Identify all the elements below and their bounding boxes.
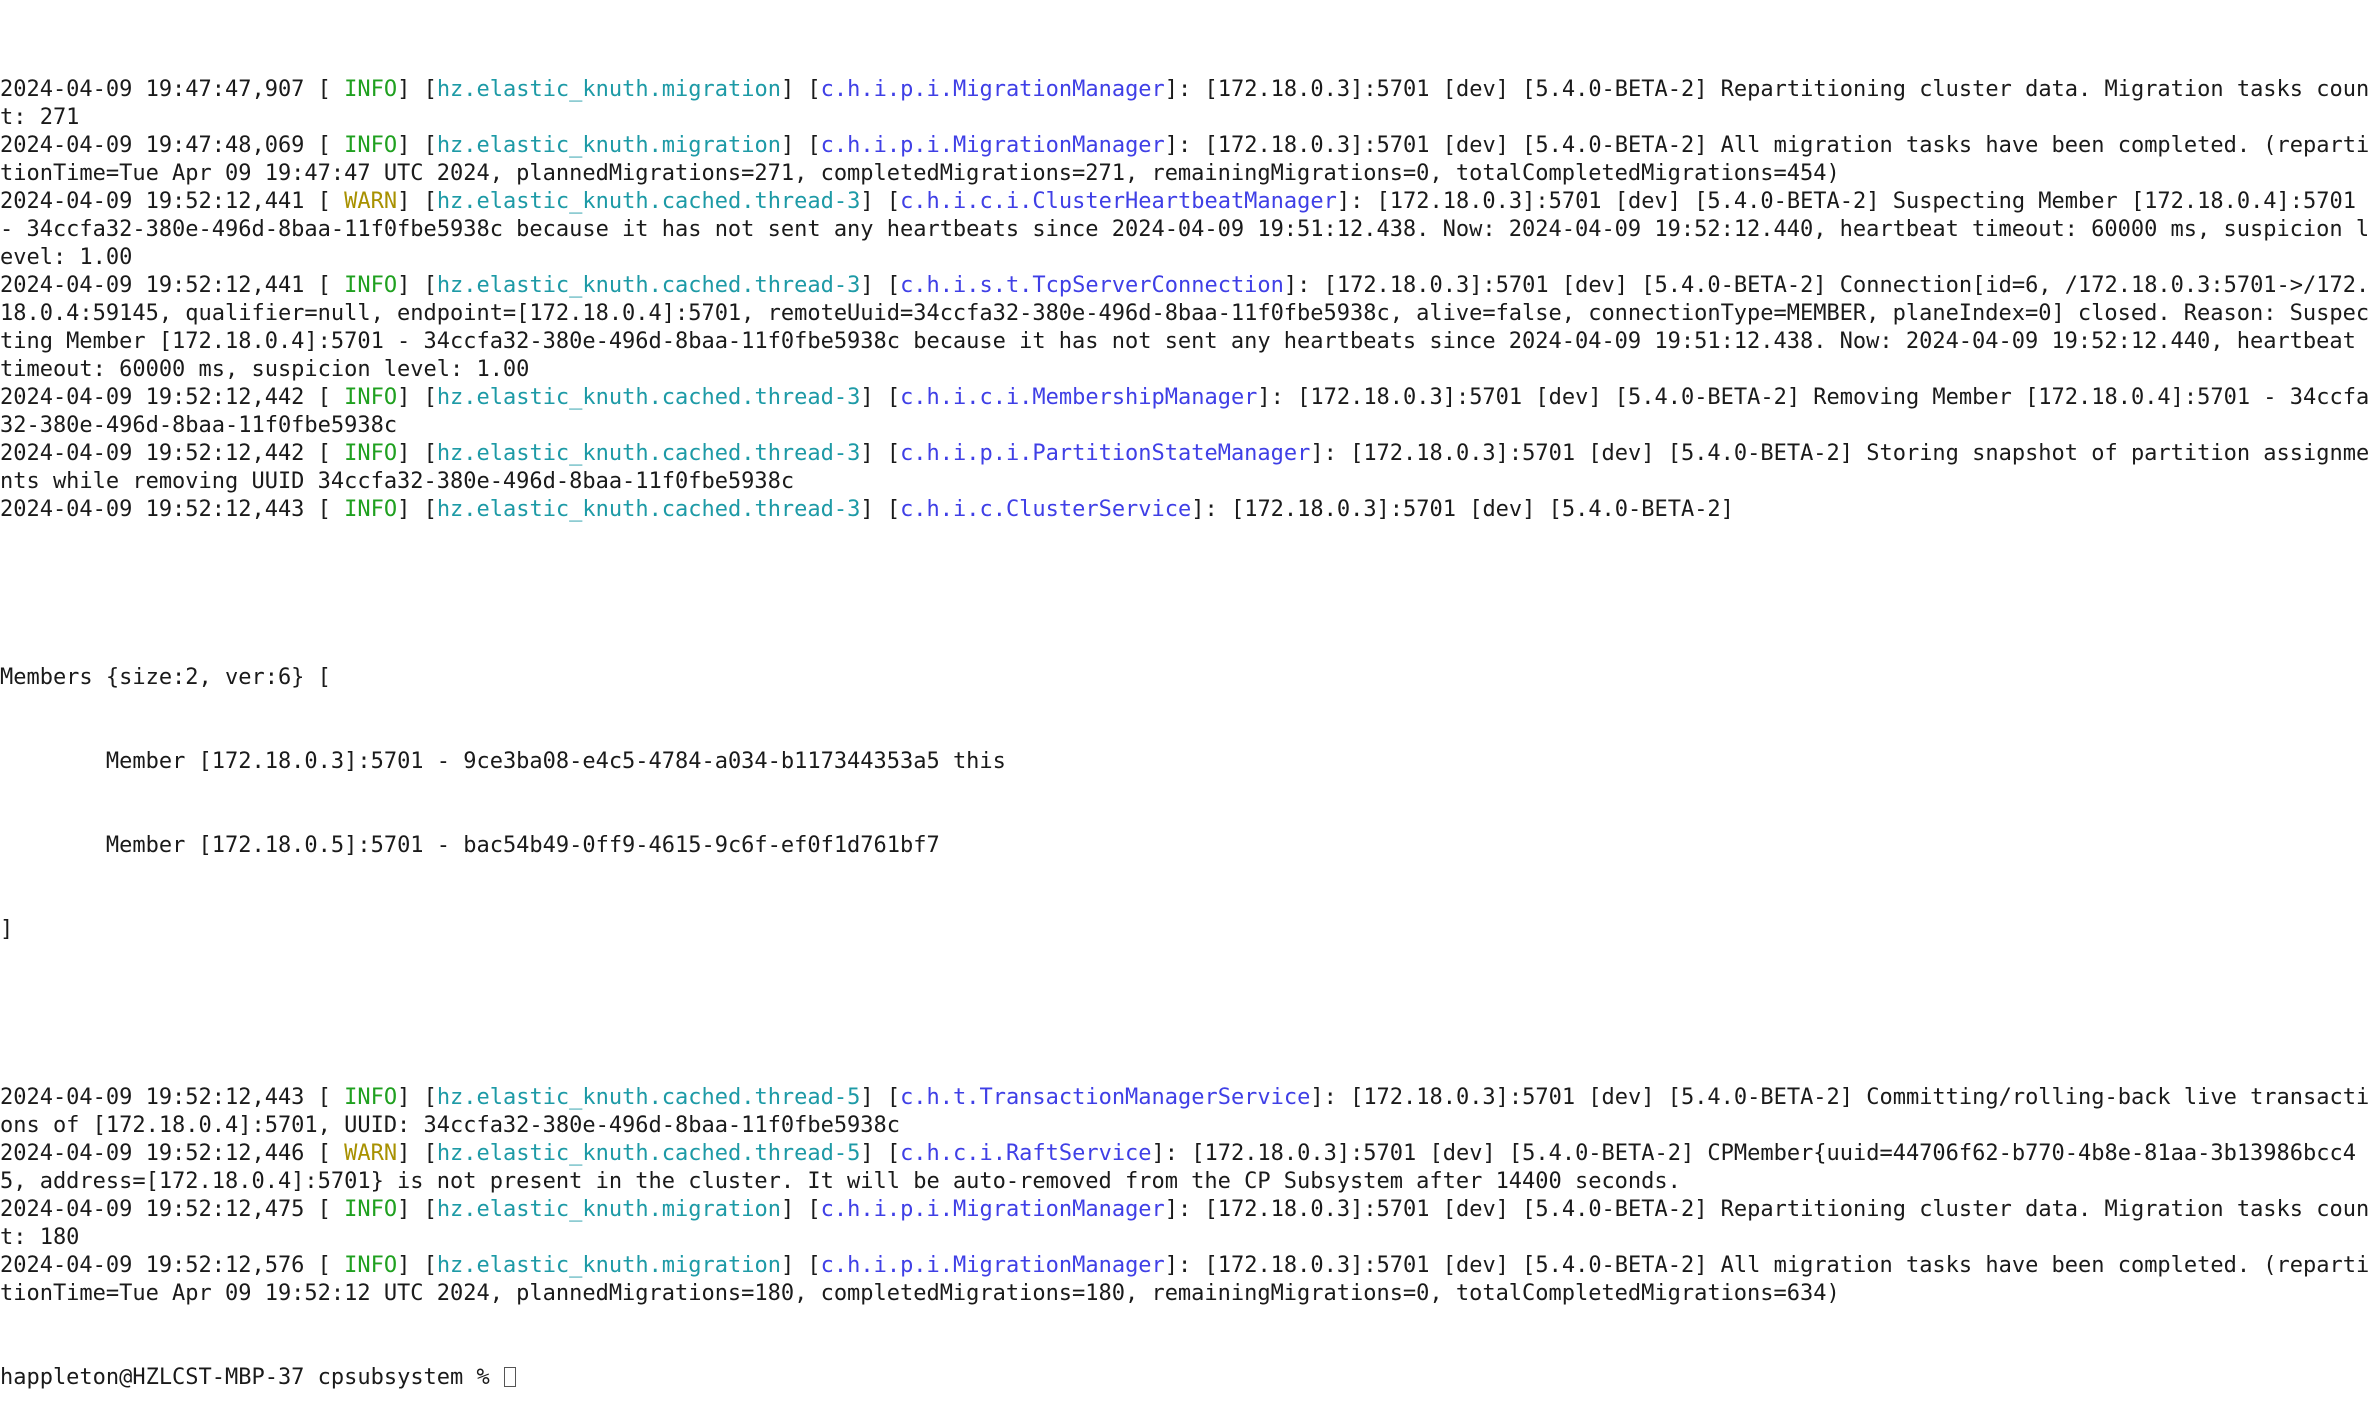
log-thread: hz.elastic_knuth.cached.thread-3 bbox=[436, 273, 861, 298]
members-header: Members {size:2, ver:6} [ bbox=[0, 665, 331, 690]
log-timestamp: 2024-04-09 19:52:12,443 bbox=[0, 1085, 305, 1110]
log-class-name: c.h.i.c.i.MembershipManager bbox=[900, 385, 1258, 410]
log-level-info: INFO bbox=[330, 133, 398, 158]
log-class-name: c.h.t.TransactionManagerService bbox=[900, 1085, 1311, 1110]
log-entry: 2024-04-09 19:47:47,907 [ INFO] [hz.elas… bbox=[0, 77, 2370, 130]
log-entry: 2024-04-09 19:52:12,443 [ INFO] [hz.elas… bbox=[0, 497, 1734, 522]
log-level-info: INFO bbox=[330, 1197, 398, 1222]
log-entry: 2024-04-09 19:52:12,446 [ WARN] [hz.elas… bbox=[0, 1141, 2356, 1194]
log-level-info: INFO bbox=[330, 441, 398, 466]
log-timestamp: 2024-04-09 19:52:12,442 bbox=[0, 385, 305, 410]
log-list-before-members: 2024-04-09 19:47:47,907 [ INFO] [hz.elas… bbox=[0, 76, 2376, 524]
log-thread: hz.elastic_knuth.migration bbox=[436, 1197, 781, 1222]
log-thread: hz.elastic_knuth.migration bbox=[436, 133, 781, 158]
log-level-info: INFO bbox=[330, 1085, 398, 1110]
log-entry: 2024-04-09 19:52:12,576 [ INFO] [hz.elas… bbox=[0, 1253, 2370, 1306]
log-entry: 2024-04-09 19:52:12,443 [ INFO] [hz.elas… bbox=[0, 1085, 2370, 1138]
log-level-info: INFO bbox=[330, 385, 398, 410]
log-timestamp: 2024-04-09 19:52:12,441 bbox=[0, 189, 305, 214]
log-timestamp: 2024-04-09 19:47:47,907 bbox=[0, 77, 305, 102]
log-class-name: c.h.i.c.ClusterService bbox=[900, 497, 1192, 522]
log-timestamp: 2024-04-09 19:47:48,069 bbox=[0, 133, 305, 158]
log-class-name: c.h.i.p.i.MigrationManager bbox=[820, 77, 1165, 102]
log-level-info: INFO bbox=[330, 497, 398, 522]
log-thread: hz.elastic_knuth.cached.thread-3 bbox=[436, 441, 861, 466]
member-line: Member [172.18.0.5]:5701 - bac54b49-0ff9… bbox=[0, 833, 940, 858]
log-thread: hz.elastic_knuth.migration bbox=[436, 77, 781, 102]
log-entry: 2024-04-09 19:47:48,069 [ INFO] [hz.elas… bbox=[0, 133, 2370, 186]
log-class-name: c.h.i.p.i.MigrationManager bbox=[820, 133, 1165, 158]
log-class-name: c.h.i.p.i.MigrationManager bbox=[820, 1253, 1165, 1278]
members-block: ​ Members {size:2, ver:6} [ Member [172.… bbox=[0, 580, 2376, 1028]
log-level-info: INFO bbox=[330, 1253, 398, 1278]
log-entry: 2024-04-09 19:52:12,441 [ WARN] [hz.elas… bbox=[0, 189, 2370, 270]
terminal-output[interactable]: 2024-04-09 19:47:47,907 [ INFO] [hz.elas… bbox=[0, 20, 2376, 1420]
prompt-user-host: happleton@HZLCST-MBP-37 bbox=[0, 1365, 305, 1390]
log-level-warn: WARN bbox=[330, 189, 398, 214]
member-line: Member [172.18.0.3]:5701 - 9ce3ba08-e4c5… bbox=[0, 749, 1006, 774]
log-timestamp: 2024-04-09 19:52:12,443 bbox=[0, 497, 305, 522]
log-thread: hz.elastic_knuth.cached.thread-3 bbox=[436, 497, 861, 522]
log-level-info: INFO bbox=[330, 77, 398, 102]
log-class-name: c.h.i.c.i.ClusterHeartbeatManager bbox=[900, 189, 1337, 214]
members-footer: ] bbox=[0, 917, 14, 942]
log-level-info: INFO bbox=[330, 273, 398, 298]
log-thread: hz.elastic_knuth.cached.thread-3 bbox=[436, 385, 861, 410]
log-timestamp: 2024-04-09 19:52:12,576 bbox=[0, 1253, 305, 1278]
log-entry: 2024-04-09 19:52:12,441 [ INFO] [hz.elas… bbox=[0, 273, 2370, 382]
log-class-name: c.h.c.i.RaftService bbox=[900, 1141, 1152, 1166]
log-entry: 2024-04-09 19:52:12,475 [ INFO] [hz.elas… bbox=[0, 1197, 2370, 1250]
log-thread: hz.elastic_knuth.cached.thread-5 bbox=[436, 1141, 861, 1166]
log-timestamp: 2024-04-09 19:52:12,442 bbox=[0, 441, 305, 466]
log-list-after-members: 2024-04-09 19:52:12,443 [ INFO] [hz.elas… bbox=[0, 1084, 2376, 1308]
log-class-name: c.h.i.p.i.PartitionStateManager bbox=[900, 441, 1311, 466]
prompt-directory: cpsubsystem bbox=[317, 1365, 464, 1390]
prompt-symbol: % bbox=[476, 1365, 490, 1390]
log-class-name: c.h.i.s.t.TcpServerConnection bbox=[900, 273, 1284, 298]
log-thread: hz.elastic_knuth.migration bbox=[436, 1253, 781, 1278]
log-entry: 2024-04-09 19:52:12,442 [ INFO] [hz.elas… bbox=[0, 385, 2370, 438]
log-timestamp: 2024-04-09 19:52:12,475 bbox=[0, 1197, 305, 1222]
text-cursor[interactable] bbox=[504, 1367, 517, 1387]
log-timestamp: 2024-04-09 19:52:12,441 bbox=[0, 273, 305, 298]
log-entry: 2024-04-09 19:52:12,442 [ INFO] [hz.elas… bbox=[0, 441, 2370, 494]
log-message: : [172.18.0.3]:5701 [dev] [5.4.0-BETA-2] bbox=[1204, 497, 1734, 522]
shell-prompt[interactable]: happleton@HZLCST-MBP-37 cpsubsystem % bbox=[0, 1364, 2376, 1392]
log-timestamp: 2024-04-09 19:52:12,446 bbox=[0, 1141, 305, 1166]
log-thread: hz.elastic_knuth.cached.thread-5 bbox=[436, 1085, 861, 1110]
log-thread: hz.elastic_knuth.cached.thread-3 bbox=[436, 189, 861, 214]
log-class-name: c.h.i.p.i.MigrationManager bbox=[820, 1197, 1165, 1222]
log-level-warn: WARN bbox=[330, 1141, 398, 1166]
